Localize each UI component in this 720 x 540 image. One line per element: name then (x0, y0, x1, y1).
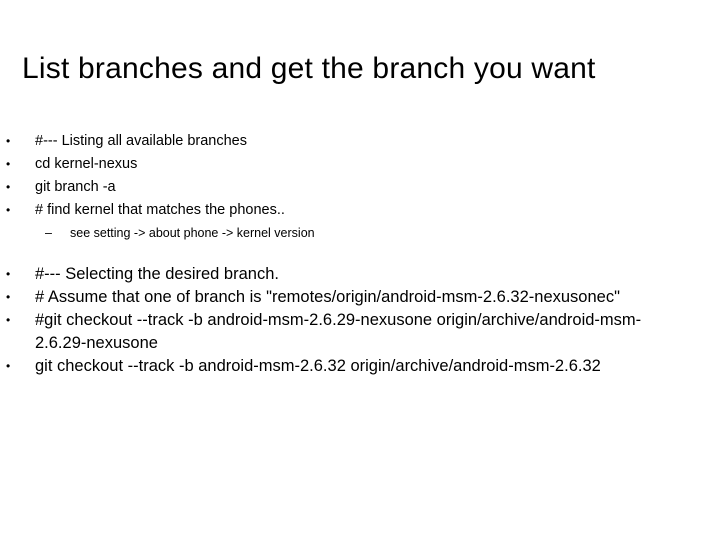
list-item: • git branch -a (0, 176, 695, 199)
bullet-icon: • (6, 359, 11, 373)
bullet-icon: • (6, 203, 11, 217)
bullet-icon: • (6, 267, 11, 281)
list-item-text: cd kernel-nexus (35, 156, 138, 172)
list-item-text: #--- Listing all available branches (35, 133, 247, 149)
list-item-text: git branch -a (35, 179, 116, 195)
list-item: • #git checkout --track -b android-msm-2… (0, 309, 695, 355)
list-item: • cd kernel-nexus (0, 153, 695, 176)
list-item-text: #--- Selecting the desired branch. (35, 265, 279, 283)
bullet-icon: • (6, 157, 11, 171)
bullet-icon: • (6, 134, 11, 148)
bullet-icon: • (6, 180, 11, 194)
list-item: • #--- Listing all available branches (0, 130, 695, 153)
sub-list-item-text: see setting -> about phone -> kernel ver… (70, 226, 315, 240)
list-item-text: git checkout --track -b android-msm-2.6.… (35, 357, 601, 375)
list-item-text: # Assume that one of branch is "remotes/… (35, 288, 620, 306)
list-item: • # find kernel that matches the phones.… (0, 199, 695, 222)
list-item-text: # find kernel that matches the phones.. (35, 202, 285, 218)
bullet-icon: • (6, 313, 11, 327)
list-item: • # Assume that one of branch is "remote… (0, 286, 695, 309)
listing-branches-list: • #--- Listing all available branches • … (0, 130, 695, 244)
list-item: • git checkout --track -b android-msm-2.… (0, 355, 695, 378)
slide-title: List branches and get the branch you wan… (22, 52, 596, 85)
dash-icon: – (45, 226, 52, 240)
list-item-text: #git checkout --track -b android-msm-2.6… (35, 311, 642, 352)
selecting-branch-list: • #--- Selecting the desired branch. • #… (0, 263, 695, 378)
sub-list-item: – see setting -> about phone -> kernel v… (0, 222, 695, 244)
list-item: • #--- Selecting the desired branch. (0, 263, 695, 286)
bullet-icon: • (6, 290, 11, 304)
